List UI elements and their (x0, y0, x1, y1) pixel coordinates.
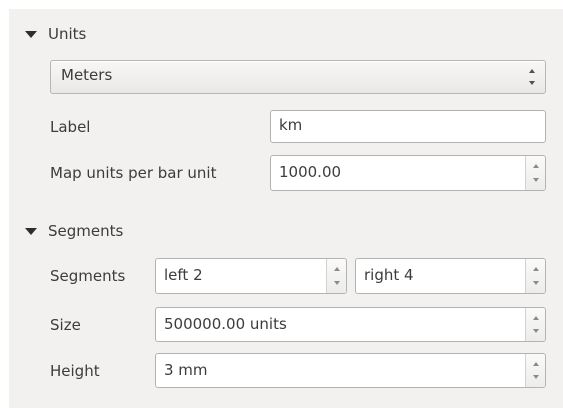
chevron-up-icon[interactable] (333, 267, 340, 271)
height-value: 3 mm (164, 361, 208, 379)
height-spin-buttons[interactable] (525, 354, 545, 387)
height-spinbox[interactable]: 3 mm (155, 353, 546, 388)
label-input-value: km (279, 116, 303, 134)
segments-left-spinbox[interactable]: left 2 (155, 258, 347, 294)
segments-section-header[interactable]: Segments (25, 222, 123, 240)
size-label: Size (50, 316, 81, 334)
size-spin-buttons[interactable] (525, 308, 545, 341)
segments-right-spinbox[interactable]: right 4 (355, 258, 546, 294)
select-up-arrow-icon (529, 69, 535, 73)
label-field-label: Label (50, 118, 91, 136)
units-section-header[interactable]: Units (25, 25, 86, 43)
height-label: Height (50, 362, 100, 380)
map-units-spinbox[interactable]: 1000.00 (270, 155, 546, 191)
units-select-value: Meters (61, 66, 113, 84)
collapse-triangle-icon[interactable] (25, 30, 37, 38)
chevron-up-icon[interactable] (532, 362, 539, 366)
chevron-down-icon[interactable] (532, 375, 539, 379)
chevron-up-icon[interactable] (532, 164, 539, 168)
collapse-triangle-icon[interactable] (25, 227, 37, 235)
segments-left-spin-buttons[interactable] (326, 259, 346, 293)
units-section-title: Units (48, 25, 87, 43)
chevron-down-icon[interactable] (532, 178, 539, 182)
segments-section-title: Segments (48, 222, 124, 240)
chevron-down-icon[interactable] (532, 329, 539, 333)
chevron-up-icon[interactable] (532, 267, 539, 271)
size-spinbox[interactable]: 500000.00 units (155, 307, 546, 342)
chevron-down-icon[interactable] (532, 281, 539, 285)
segments-right-value: right 4 (364, 266, 414, 284)
scalebar-properties-panel: Units Meters Label km Map units per bar … (9, 9, 563, 408)
map-units-label: Map units per bar unit (50, 164, 217, 182)
size-value: 500000.00 units (164, 315, 287, 333)
label-input[interactable]: km (270, 110, 546, 143)
map-units-spin-buttons[interactable] (525, 156, 545, 190)
map-units-value: 1000.00 (279, 163, 342, 181)
units-select[interactable]: Meters (50, 60, 546, 94)
chevron-up-icon[interactable] (532, 316, 539, 320)
segments-right-spin-buttons[interactable] (525, 259, 545, 293)
chevron-down-icon[interactable] (333, 281, 340, 285)
segments-left-value: left 2 (164, 266, 203, 284)
segments-label: Segments (50, 267, 126, 285)
select-down-arrow-icon (529, 81, 535, 85)
